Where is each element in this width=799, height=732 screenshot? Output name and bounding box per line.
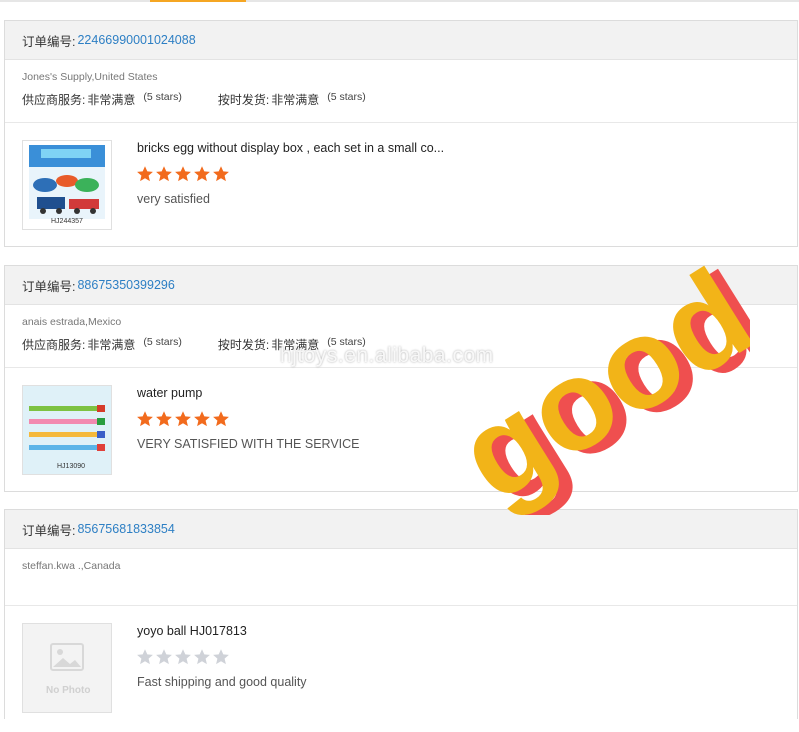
product-thumbnail[interactable]: HJ244357	[22, 140, 112, 230]
star-empty-icon	[213, 649, 229, 665]
order-number-label: 订单编号:	[22, 34, 76, 49]
star-filled-icon	[137, 166, 153, 182]
order-card: 订单编号: 85675681833854 steffan.kwa .,Canad…	[4, 509, 798, 719]
product-title[interactable]: yoyo ball HJ017813	[137, 624, 247, 638]
star-filled-icon	[213, 166, 229, 182]
review-text: Fast shipping and good quality	[137, 675, 307, 689]
product-title[interactable]: water pump	[137, 386, 202, 400]
product-title[interactable]: bricks egg without display box , each se…	[137, 141, 444, 155]
star-filled-icon	[194, 411, 210, 427]
no-photo-label: No Photo	[46, 685, 91, 696]
product-thumbnail-placeholder[interactable]: No Photo	[22, 623, 112, 713]
good-text: good	[435, 255, 750, 515]
star-rating	[136, 410, 230, 428]
order-item: No Photo yoyo ball HJ017813 Fast shippin…	[5, 606, 797, 732]
supplier-service-label: 供应商服务:	[22, 338, 86, 352]
good-sticker-graphic: good good	[435, 255, 750, 515]
star-rating	[136, 648, 230, 666]
order-header: 订单编号: 85675681833854	[5, 510, 797, 549]
thumbnail-code: HJ13090	[57, 463, 86, 470]
order-card: 订单编号: 22466990001024088 Jones's Supply,U…	[4, 20, 798, 247]
star-filled-icon	[213, 411, 229, 427]
supplier-service-value: 非常满意	[87, 338, 136, 352]
service-ratings: 供应商服务: 非常满意 (5 stars) 按时发货: 非常满意 (5 star…	[5, 87, 797, 109]
order-number-label: 订单编号:	[22, 523, 76, 538]
star-filled-icon	[194, 166, 210, 182]
supplier-service-value: 非常满意	[87, 93, 136, 107]
star-empty-icon	[156, 649, 172, 665]
order-header: 订单编号: 22466990001024088	[5, 21, 797, 60]
star-filled-icon	[156, 411, 172, 427]
order-number-link[interactable]: 22466990001024088	[77, 33, 195, 47]
star-empty-icon	[175, 649, 191, 665]
delivery-stars: (5 stars)	[327, 91, 366, 103]
star-empty-icon	[194, 649, 210, 665]
supplier-service-stars: (5 stars)	[143, 336, 182, 348]
star-empty-icon	[137, 649, 153, 665]
buyer-name: steffan.kwa .,Canada	[22, 560, 121, 572]
star-filled-icon	[175, 411, 191, 427]
thumbnail-code: HJ244357	[51, 218, 83, 225]
delivery-label: 按时发货:	[217, 93, 270, 107]
order-number-label: 订单编号:	[22, 279, 76, 294]
review-text: VERY SATISFIED WITH THE SERVICE	[137, 437, 360, 451]
star-filled-icon	[137, 411, 153, 427]
top-border	[0, 0, 799, 2]
order-number-link[interactable]: 85675681833854	[77, 522, 174, 536]
order-number-link[interactable]: 88675350399296	[77, 278, 174, 292]
supplier-service-stars: (5 stars)	[143, 91, 182, 103]
no-photo-icon	[50, 643, 84, 671]
buyer-name: Jones's Supply,United States	[22, 71, 158, 83]
supplier-service-label: 供应商服务:	[22, 93, 86, 107]
star-filled-icon	[175, 166, 191, 182]
active-tab-indicator	[150, 0, 246, 2]
delivery-value: 非常满意	[271, 93, 320, 107]
delivery-label: 按时发货:	[217, 338, 270, 352]
watermark: hjtoys.en.alibaba.com	[280, 344, 494, 367]
review-text: very satisfied	[137, 192, 210, 206]
order-item: HJ244357 bricks egg without display box …	[5, 123, 797, 249]
product-thumbnail[interactable]: HJ13090	[22, 385, 112, 475]
star-rating	[136, 165, 230, 183]
star-filled-icon	[156, 166, 172, 182]
